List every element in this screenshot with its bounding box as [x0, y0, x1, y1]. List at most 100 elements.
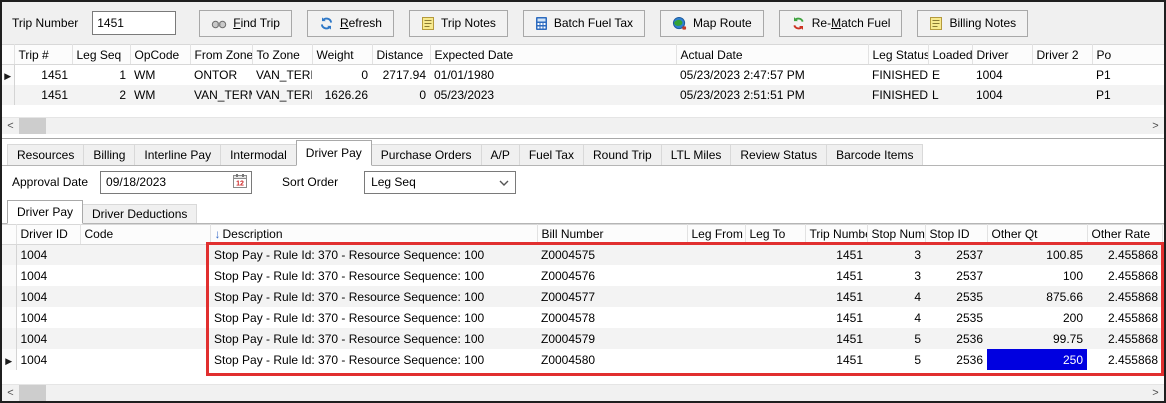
cell-stop-num[interactable]: 4	[867, 286, 925, 307]
col-other-rate[interactable]: Other Rate	[1087, 223, 1163, 245]
trip-leg-row[interactable]: 1451 2 WM VAN_TERM VAN_TERM 1626.26 0 05…	[2, 84, 1164, 105]
cell-leg-seq[interactable]: 2	[72, 84, 130, 105]
tab-interline-pay[interactable]: Interline Pay	[134, 143, 222, 165]
cell-loaded[interactable]: L	[928, 84, 972, 105]
cell-other-qt[interactable]: 100	[987, 265, 1087, 286]
col-code[interactable]: Code	[80, 223, 211, 245]
cell-bill-number[interactable]: Z0004577	[537, 286, 687, 307]
cell-trip-number[interactable]: 1451	[805, 286, 867, 307]
col-stop-num[interactable]: Stop Num	[867, 223, 926, 245]
col-leg-seq[interactable]: Leg Seq	[72, 44, 131, 65]
col-leg-from[interactable]: Leg From	[687, 223, 746, 245]
trip-grid-hscrollbar[interactable]: < >	[2, 116, 1164, 134]
cell-leg-to[interactable]	[745, 307, 805, 328]
cell-bill-number[interactable]: Z0004579	[537, 328, 687, 349]
scroll-left-button[interactable]: <	[2, 385, 19, 401]
cell-other-qt[interactable]: 200	[987, 307, 1087, 328]
cell-driver-id[interactable]: 1004	[16, 328, 80, 349]
cell-leg-from[interactable]	[687, 244, 745, 265]
col-distance[interactable]: Distance	[372, 44, 431, 65]
selected-cell-other-qt[interactable]: 250	[987, 349, 1087, 370]
tab-resources[interactable]: Resources	[7, 143, 85, 165]
cell-leg-from[interactable]	[687, 265, 745, 286]
trip-notes-button[interactable]: Trip Notes	[408, 9, 508, 37]
cell-distance[interactable]: 0	[372, 84, 430, 105]
cell-stop-id[interactable]: 2536	[925, 328, 987, 349]
tab-round-trip[interactable]: Round Trip	[582, 143, 662, 165]
cell-other-qt[interactable]: 99.75	[987, 328, 1087, 349]
trip-number-input[interactable]	[92, 11, 177, 35]
re-match-fuel-button[interactable]: Re-Match Fuel	[778, 9, 903, 37]
scroll-right-button[interactable]: >	[1147, 385, 1164, 401]
col-leg-status[interactable]: Leg Status	[868, 44, 929, 65]
cell-stop-id[interactable]: 2537	[925, 265, 987, 286]
cell-other-rate[interactable]: 2.455868	[1087, 328, 1162, 349]
cell-bill-number[interactable]: Z0004575	[537, 244, 687, 265]
cell-trip-number[interactable]: 1451	[805, 244, 867, 265]
cell-distance[interactable]: 2717.94	[372, 65, 430, 85]
pay-row[interactable]: ▶ 1004 Stop Pay - Rule Id: 370 - Resourc…	[2, 349, 1164, 370]
col-driver[interactable]: Driver	[972, 44, 1033, 65]
cell-expected-date[interactable]: 01/01/1980	[430, 65, 676, 85]
cell-driver[interactable]: 1004	[972, 84, 1032, 105]
cell-other-rate[interactable]: 2.455868	[1087, 307, 1162, 328]
cell-bill-number[interactable]: Z0004580	[537, 349, 687, 370]
cell-loaded[interactable]: E	[928, 65, 972, 85]
tab-ltl-miles[interactable]: LTL Miles	[660, 143, 732, 165]
cell-power[interactable]: P1	[1092, 84, 1164, 105]
cell-code[interactable]	[80, 307, 210, 328]
col-actual-date[interactable]: Actual Date	[676, 44, 869, 65]
subtab-driver-pay[interactable]: Driver Pay	[7, 199, 84, 224]
cell-trip-number[interactable]: 1451	[805, 307, 867, 328]
cell-other-rate[interactable]: 2.455868	[1087, 286, 1162, 307]
cell-trip-number[interactable]: 1451	[14, 84, 72, 105]
cell-leg-to[interactable]	[745, 328, 805, 349]
cell-description[interactable]: Stop Pay - Rule Id: 370 - Resource Seque…	[210, 328, 537, 349]
col-opcode[interactable]: OpCode	[130, 44, 191, 65]
tab-intermodal[interactable]: Intermodal	[220, 143, 297, 165]
trip-leg-row[interactable]: ▶ 1451 1 WM ONTOR VAN_TERM 0 2717.94 01/…	[2, 64, 1164, 85]
cell-trip-number[interactable]: 1451	[805, 265, 867, 286]
subtab-driver-deductions[interactable]: Driver Deductions	[82, 203, 198, 223]
col-leg-to[interactable]: Leg To	[745, 223, 806, 245]
cell-leg-from[interactable]	[687, 307, 745, 328]
col-loaded[interactable]: Loaded	[928, 44, 973, 65]
pay-row[interactable]: 1004 Stop Pay - Rule Id: 370 - Resource …	[2, 265, 1164, 286]
cell-stop-id[interactable]: 2535	[925, 307, 987, 328]
map-route-button[interactable]: Map Route	[660, 9, 764, 37]
cell-expected-date[interactable]: 05/23/2023	[430, 84, 676, 105]
cell-power[interactable]: P1	[1092, 65, 1164, 85]
cell-description[interactable]: Stop Pay - Rule Id: 370 - Resource Seque…	[210, 307, 537, 328]
scroll-right-button[interactable]: >	[1147, 118, 1164, 134]
tab-ap[interactable]: A/P	[480, 143, 520, 165]
cell-other-rate[interactable]: 2.455868	[1087, 244, 1162, 265]
cell-from-zone[interactable]: VAN_TERM	[190, 84, 252, 105]
cell-trip-number[interactable]: 1451	[805, 328, 867, 349]
cell-leg-to[interactable]	[745, 244, 805, 265]
refresh-button[interactable]: Refresh	[306, 9, 394, 37]
cell-stop-num[interactable]: 5	[867, 349, 925, 370]
col-leg-cut[interactable]: Le	[1162, 223, 1164, 245]
cell-driver[interactable]: 1004	[972, 65, 1032, 85]
col-weight[interactable]: Weight	[312, 44, 373, 65]
col-expected-date[interactable]: Expected Date	[430, 44, 677, 65]
cell-stop-num[interactable]: 3	[867, 265, 925, 286]
cell-description[interactable]: Stop Pay - Rule Id: 370 - Resource Seque…	[210, 244, 537, 265]
pay-row[interactable]: 1004 Stop Pay - Rule Id: 370 - Resource …	[2, 286, 1164, 307]
col-power[interactable]: Po	[1092, 44, 1164, 65]
col-driver-id[interactable]: Driver ID	[16, 223, 81, 245]
cell-weight[interactable]: 0	[312, 65, 372, 85]
scrollbar-thumb[interactable]	[19, 117, 46, 134]
cell-driver-2[interactable]	[1032, 65, 1092, 85]
col-driver-2[interactable]: Driver 2	[1032, 44, 1093, 65]
cell-driver-id[interactable]: 1004	[16, 349, 80, 370]
cell-opcode[interactable]: WM	[130, 84, 190, 105]
cell-stop-num[interactable]: 5	[867, 328, 925, 349]
col-to-zone[interactable]: To Zone	[252, 44, 313, 65]
cell-actual-date[interactable]: 05/23/2023 2:47:57 PM	[676, 65, 868, 85]
pay-row[interactable]: 1004 Stop Pay - Rule Id: 370 - Resource …	[2, 307, 1164, 328]
cell-stop-num[interactable]: 4	[867, 307, 925, 328]
cell-code[interactable]	[80, 286, 210, 307]
cell-driver-id[interactable]: 1004	[16, 265, 80, 286]
tab-purchase-orders[interactable]: Purchase Orders	[370, 143, 482, 165]
